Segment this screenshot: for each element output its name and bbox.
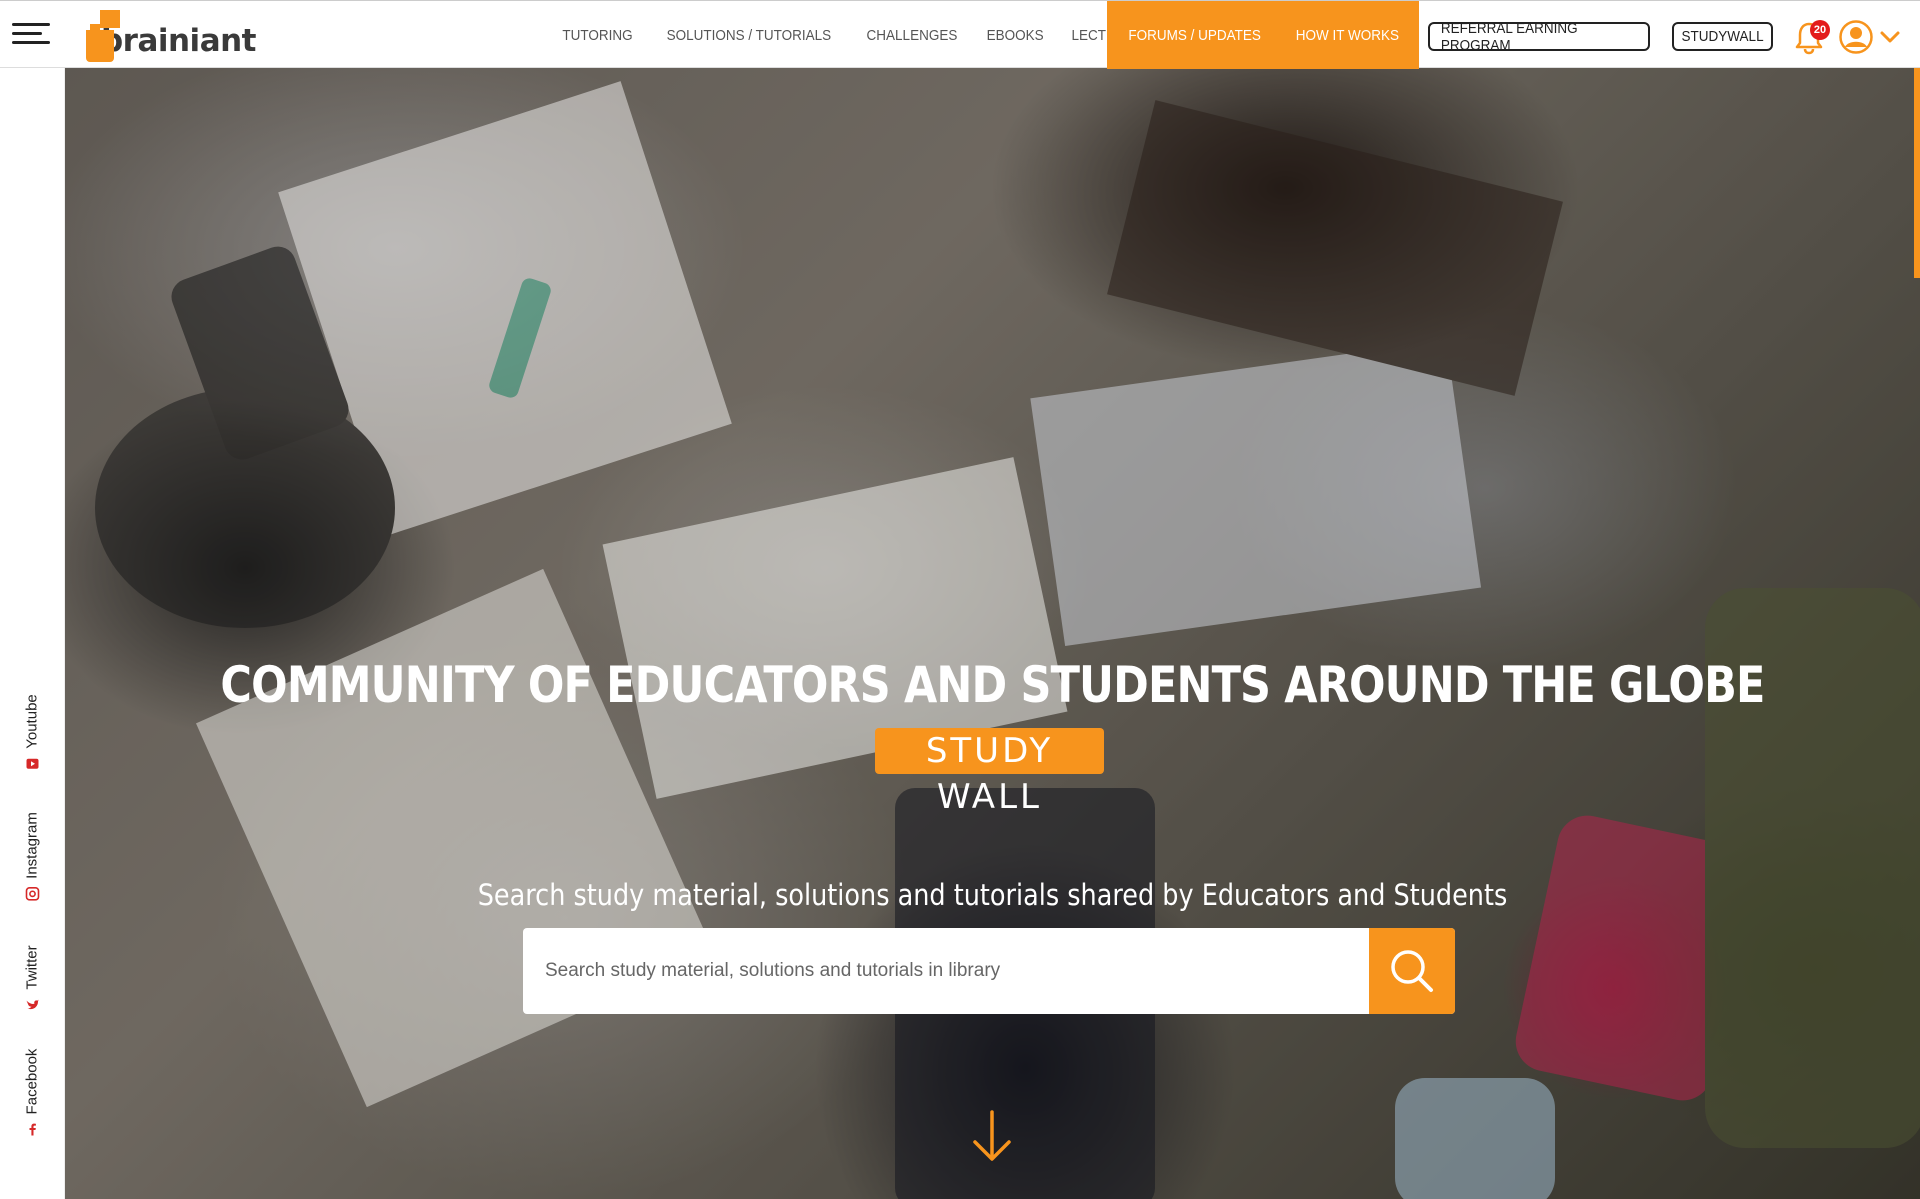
hero-section: COMMUNITY OF EDUCATORS AND STUDENTS AROU…	[65, 68, 1920, 1199]
hamburger-menu-icon[interactable]	[12, 23, 50, 45]
hero-background-photo	[95, 81, 1920, 1199]
chevron-down-icon[interactable]	[1878, 25, 1902, 49]
study-wall-badge: STUDY WALL	[875, 728, 1104, 817]
studywall-button[interactable]: STUDYWALL	[1672, 22, 1773, 51]
nav-ebooks[interactable]: EBOOKS	[977, 27, 1053, 44]
arrow-down-icon[interactable]	[969, 1108, 1015, 1164]
library-search-input[interactable]	[523, 928, 1369, 1014]
hero-title: COMMUNITY OF EDUCATORS AND STUDENTS AROU…	[220, 656, 1765, 714]
nav-solutions-tutorials[interactable]: SOLUTIONS / TUTORIALS	[657, 27, 840, 44]
nav-tutoring[interactable]: TUTORING	[553, 27, 642, 44]
notification-count-badge: 20	[1810, 20, 1830, 40]
twitter-label: Twitter	[23, 945, 41, 990]
search-icon	[1391, 950, 1433, 992]
instagram-label: Instagram	[23, 812, 41, 879]
page-scrollbar[interactable]	[1914, 68, 1920, 278]
referral-button-label: REFERRAL EARNING PROGRAM	[1440, 19, 1578, 54]
nav-forums-updates[interactable]: FORUMS / UPDATES	[1118, 27, 1270, 44]
referral-earning-program-button[interactable]: REFERRAL EARNING PROGRAM	[1428, 19, 1650, 54]
social-twitter-link[interactable]: Twitter	[24, 945, 41, 1011]
nav-how-it-works[interactable]: HOW IT WORKS	[1286, 27, 1409, 44]
social-sidebar: Youtube Instagram Twitter Facebook	[0, 68, 65, 1199]
twitter-icon	[26, 999, 38, 1010]
instagram-icon	[25, 887, 39, 901]
brainiant-logo[interactable]: brainiant	[86, 9, 257, 63]
hero-subtitle: Search study material, solutions and tut…	[477, 878, 1508, 912]
social-facebook-link[interactable]: Facebook	[24, 1049, 41, 1137]
library-search-box	[523, 928, 1455, 1014]
user-avatar-icon[interactable]	[1838, 19, 1874, 55]
studywall-button-label: STUDYWALL	[1681, 28, 1764, 45]
main-nav: TUTORING SOLUTIONS / TUTORIALS CHALLENGE…	[548, 1, 1158, 69]
youtube-label: Youtube	[23, 694, 41, 749]
facebook-label: Facebook	[23, 1048, 41, 1115]
logo-mark-icon	[86, 10, 120, 62]
facebook-icon	[29, 1123, 36, 1136]
highlighted-nav: FORUMS / UPDATES HOW IT WORKS	[1107, 1, 1419, 69]
youtube-icon	[26, 758, 38, 769]
nav-challenges[interactable]: CHALLENGES	[857, 27, 967, 44]
social-youtube-link[interactable]: Youtube	[24, 694, 41, 771]
social-instagram-link[interactable]: Instagram	[24, 812, 41, 901]
top-navbar: brainiant TUTORING SOLUTIONS / TUTORIALS…	[0, 0, 1920, 69]
logo-text: brainiant	[100, 23, 257, 59]
search-button[interactable]	[1369, 928, 1455, 1014]
